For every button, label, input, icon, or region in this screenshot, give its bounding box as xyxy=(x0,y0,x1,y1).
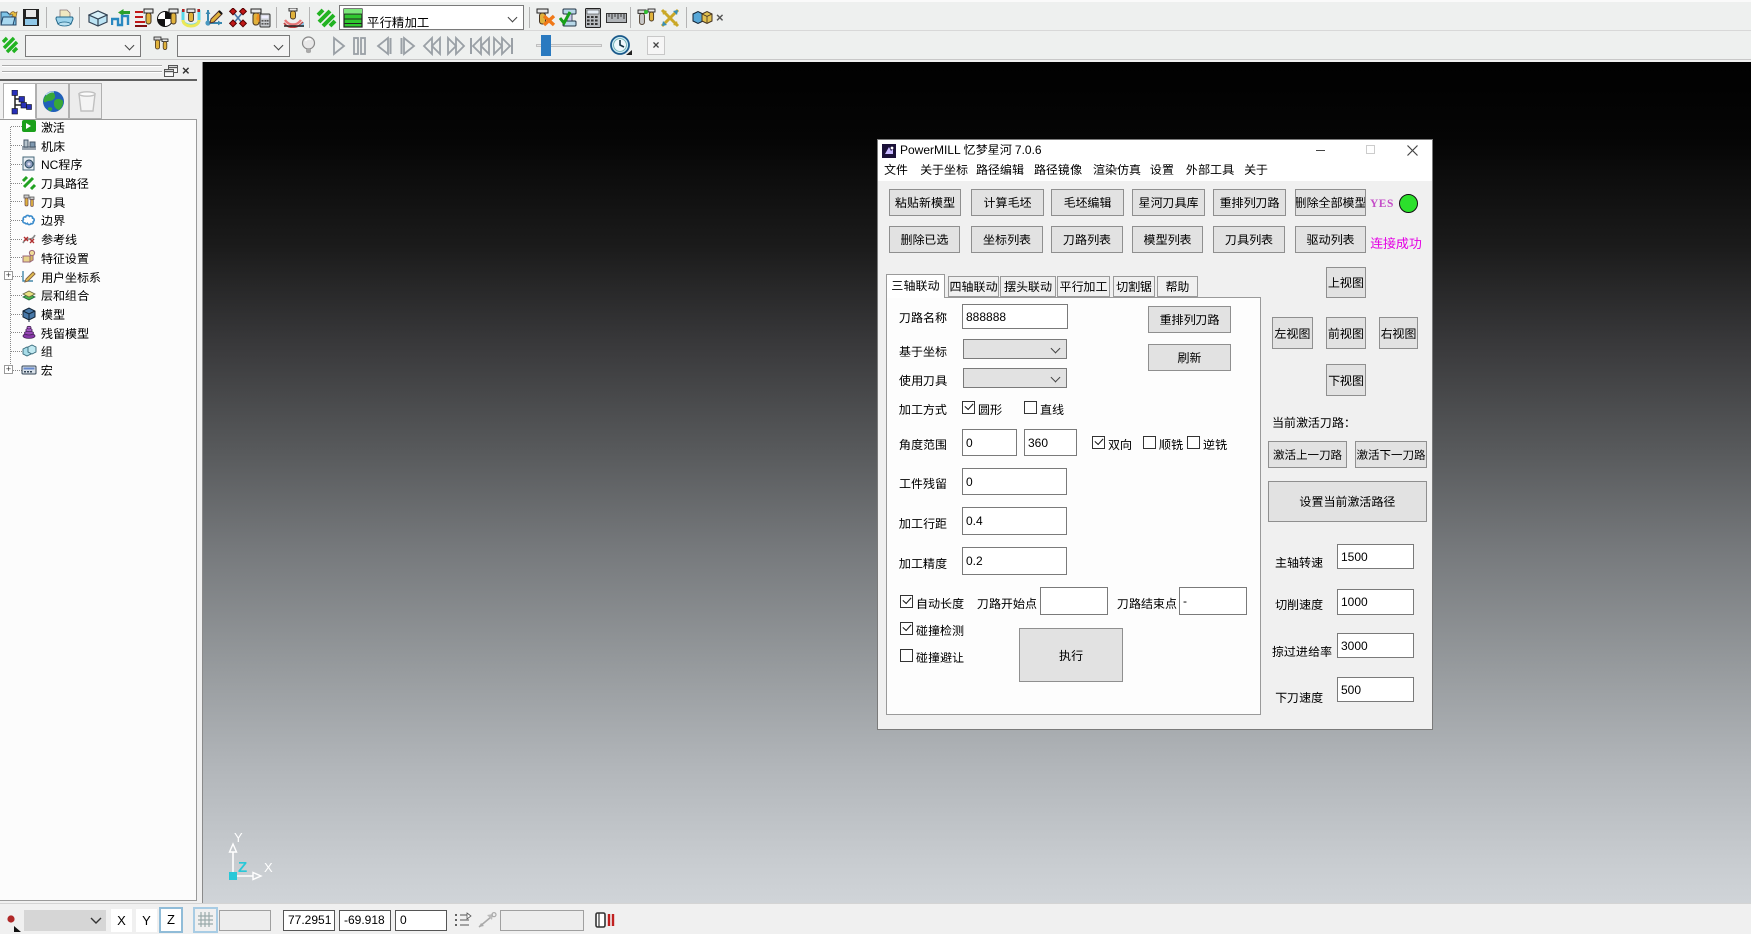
svg-text:Z: Z xyxy=(238,859,247,876)
svg-text:Y: Y xyxy=(234,830,243,845)
svg-text:X: X xyxy=(264,860,273,875)
